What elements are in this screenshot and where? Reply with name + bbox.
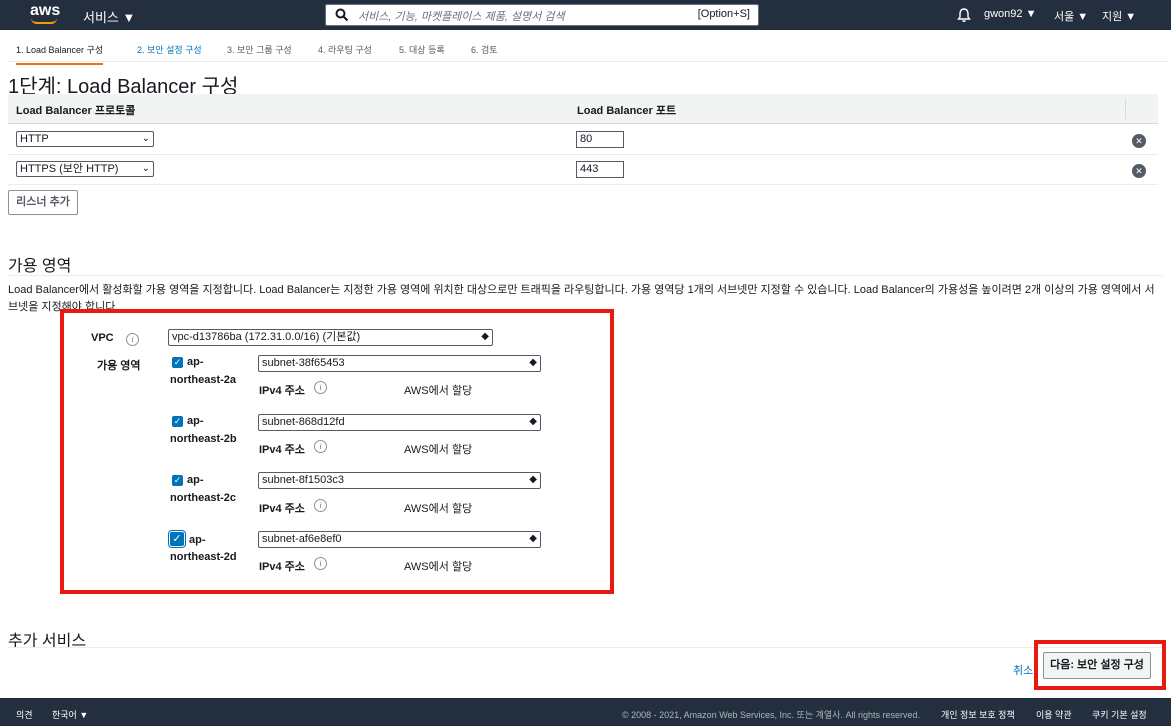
section-divider <box>8 647 1163 648</box>
table-header: Load Balancer 프로토콜 Load Balancer 포트 <box>8 94 1158 124</box>
cancel-link[interactable]: 취소 <box>1013 662 1033 678</box>
step-tab-2[interactable]: 2. 보안 설정 구성 <box>137 43 202 63</box>
chevron-down-icon: ⌄ <box>141 133 150 144</box>
az-name-2d-line1: ap- <box>189 534 206 546</box>
next-configure-security-button[interactable]: 다음: 보안 설정 구성 <box>1043 652 1151 679</box>
column-protocol: Load Balancer 프로토콜 <box>16 105 136 117</box>
ipv4-label: IPv4 주소 <box>259 385 305 397</box>
vpc-select[interactable]: vpc-d13786ba (172.31.0.0/16) (기본값) ◆ <box>168 329 493 346</box>
ipv4-assign-text: AWS에서 할당 <box>404 385 473 397</box>
az-name-2c-line2: northeast-2c <box>170 492 237 504</box>
remove-listener-icon[interactable]: ✕ <box>1132 134 1146 148</box>
section-divider <box>8 275 1163 276</box>
language-select[interactable]: 한국어 ▼ <box>52 708 88 721</box>
az-label: 가용 영역 <box>97 360 141 372</box>
table-row: HTTPS (보안 HTTP) ⌄ 443 ✕ <box>8 155 1158 185</box>
protocol-value: HTTP <box>20 133 49 145</box>
az-name-2b-line1: ap- <box>187 415 204 427</box>
ipv4-label: IPv4 주소 <box>259 444 305 456</box>
subnet-select-2a[interactable]: subnet-38f65453 ◆ <box>258 355 541 372</box>
az-name-2a-line1: ap- <box>187 356 204 368</box>
chevron-updown-icon: ◆ <box>529 357 537 368</box>
step-tab-6[interactable]: 6. 검토 <box>471 43 498 63</box>
chevron-updown-icon: ◆ <box>481 331 489 342</box>
highlight-box <box>60 309 614 594</box>
header-divider <box>1125 99 1126 119</box>
protocol-select[interactable]: HTTPS (보안 HTTP) ⌄ <box>16 161 154 177</box>
add-listener-button[interactable]: 리스너 추가 <box>8 190 78 215</box>
subnet-select-2d[interactable]: subnet-af6e8ef0 ◆ <box>258 531 541 548</box>
wizard-steps: 1. Load Balancer 구성 2. 보안 설정 구성 3. 보안 그룹… <box>8 32 1168 65</box>
feedback-link[interactable]: 의견 <box>16 708 33 721</box>
port-input[interactable]: 443 <box>576 161 624 178</box>
bell-icon[interactable] <box>956 7 972 23</box>
aws-logo[interactable]: aws <box>30 3 60 25</box>
services-menu[interactable]: 서비스 ▼ <box>83 7 135 26</box>
ipv4-assign-text: AWS에서 할당 <box>404 561 473 573</box>
protocol-value: HTTPS (보안 HTTP) <box>20 163 119 175</box>
search-shortcut: [Option+S] <box>697 8 750 20</box>
remove-listener-icon[interactable]: ✕ <box>1132 164 1146 178</box>
chevron-updown-icon: ◆ <box>529 533 537 544</box>
port-input[interactable]: 80 <box>576 131 624 148</box>
aws-logo-smile <box>31 18 57 24</box>
info-icon[interactable]: i <box>126 333 139 346</box>
region-menu[interactable]: 서울 ▼ <box>1054 8 1088 24</box>
privacy-link[interactable]: 개인 정보 보호 정책 <box>941 708 1015 721</box>
az-checkbox-2a[interactable]: ✓ <box>172 357 183 368</box>
az-name-2b-line2: northeast-2b <box>170 433 237 445</box>
az-checkbox-2b[interactable]: ✓ <box>172 416 183 427</box>
ipv4-assign-text: AWS에서 할당 <box>404 503 473 515</box>
info-icon[interactable]: i <box>314 557 327 570</box>
support-menu[interactable]: 지원 ▼ <box>1102 8 1136 24</box>
az-name-2a-line2: northeast-2a <box>170 374 237 386</box>
table-row: HTTP ⌄ 80 ✕ <box>8 125 1158 155</box>
vpc-label: VPC <box>91 332 114 344</box>
step-tab-5[interactable]: 5. 대상 등록 <box>399 43 445 63</box>
search-input[interactable]: 서비스, 기능, 마켓플레이스 제품, 설명서 검색 [Option+S] <box>326 5 758 25</box>
step-tab-3[interactable]: 3. 보안 그룹 구성 <box>227 43 292 63</box>
subnet-value: subnet-868d12fd <box>262 416 345 428</box>
az-name-2c-line1: ap- <box>187 474 204 486</box>
footer: 의견 한국어 ▼ © 2008 - 2021, Amazon Web Servi… <box>0 698 1171 726</box>
step-tab-4[interactable]: 4. 라우팅 구성 <box>318 43 372 63</box>
protocol-select[interactable]: HTTP ⌄ <box>16 131 154 147</box>
info-icon[interactable]: i <box>314 381 327 394</box>
subnet-select-2b[interactable]: subnet-868d12fd ◆ <box>258 414 541 431</box>
aws-logo-text: aws <box>30 2 61 19</box>
chevron-updown-icon: ◆ <box>529 416 537 427</box>
subnet-value: subnet-af6e8ef0 <box>262 533 342 545</box>
user-menu[interactable]: gwon92 ▼ <box>984 8 1036 20</box>
chevron-down-icon: ⌄ <box>141 163 150 174</box>
search-bar[interactable]: 서비스, 기능, 마켓플레이스 제품, 설명서 검색 [Option+S] <box>325 4 759 26</box>
az-section-title: 가용 영역 <box>8 258 72 275</box>
terms-link[interactable]: 이용 약관 <box>1036 708 1072 721</box>
chevron-updown-icon: ◆ <box>529 474 537 485</box>
copyright-text: © 2008 - 2021, Amazon Web Services, Inc.… <box>622 710 920 720</box>
top-nav: aws 서비스 ▼ 서비스, 기능, 마켓플레이스 제품, 설명서 검색 [Op… <box>0 0 1171 30</box>
vpc-value: vpc-d13786ba (172.31.0.0/16) (기본값) <box>172 331 361 343</box>
az-name-2d-line2: northeast-2d <box>170 551 237 563</box>
ipv4-assign-text: AWS에서 할당 <box>404 444 473 456</box>
step-tab-1[interactable]: 1. Load Balancer 구성 <box>16 43 104 65</box>
ipv4-label: IPv4 주소 <box>259 561 305 573</box>
info-icon[interactable]: i <box>314 499 327 512</box>
search-icon <box>335 8 349 22</box>
column-port: Load Balancer 포트 <box>577 105 677 117</box>
search-placeholder: 서비스, 기능, 마켓플레이스 제품, 설명서 검색 <box>358 11 565 23</box>
info-icon[interactable]: i <box>314 440 327 453</box>
subnet-value: subnet-8f1503c3 <box>262 474 344 486</box>
az-checkbox-2c[interactable]: ✓ <box>172 475 183 486</box>
subnet-value: subnet-38f65453 <box>262 357 345 369</box>
az-checkbox-2d[interactable]: ✓ <box>170 532 184 546</box>
cookie-settings-link[interactable]: 쿠키 기본 설정 <box>1092 708 1147 721</box>
subnet-select-2c[interactable]: subnet-8f1503c3 ◆ <box>258 472 541 489</box>
ipv4-label: IPv4 주소 <box>259 503 305 515</box>
